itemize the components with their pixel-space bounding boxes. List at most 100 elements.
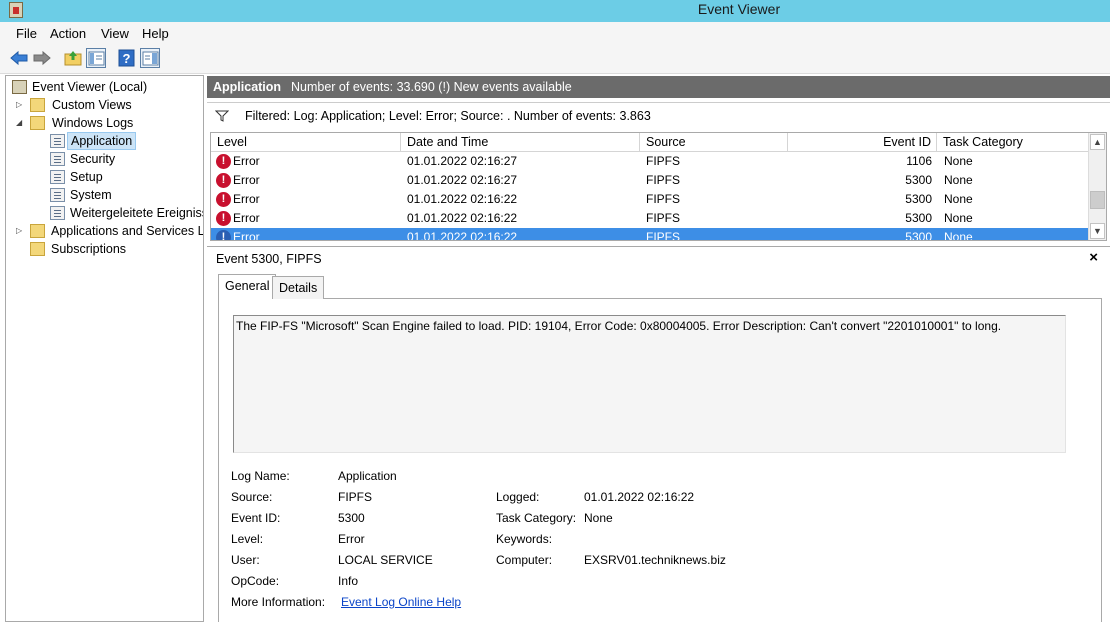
label-source: Source:: [231, 490, 273, 504]
cell-category: None: [944, 211, 973, 225]
label-user: User:: [231, 553, 260, 567]
menu-bar: File Action View Help: [0, 22, 1110, 44]
label-event-id: Event ID:: [231, 511, 281, 525]
event-description-box[interactable]: The FIP-FS "Microsoft" Scan Engine faile…: [233, 315, 1066, 453]
error-icon: !: [216, 192, 231, 207]
navigation-tree: Event Viewer (Local) ▷ Custom Views ◢ Wi…: [5, 75, 204, 622]
log-file-icon: [50, 134, 65, 148]
close-icon[interactable]: ×: [1089, 249, 1098, 266]
tree-label-forwarded-events: Weitergeleitete Ereignisse: [70, 206, 204, 220]
cell-date: 01.01.2022 02:16:27: [407, 173, 518, 187]
folder-icon: [30, 98, 45, 112]
forward-arrow-icon[interactable]: [32, 48, 52, 68]
show-action-pane-icon[interactable]: [140, 48, 160, 68]
collapse-arrow-icon[interactable]: ◢: [16, 114, 26, 132]
cell-category: None: [944, 230, 973, 241]
table-row[interactable]: ! Error 01.01.2022 02:16:27 FIPFS 1106 N…: [211, 152, 1089, 171]
cell-category: None: [944, 192, 973, 206]
event-table: Level Date and Time Source Event ID Task…: [210, 132, 1107, 241]
cell-source: FIPFS: [646, 173, 681, 187]
menu-help[interactable]: Help: [142, 26, 169, 41]
back-arrow-icon[interactable]: [9, 48, 29, 68]
table-row[interactable]: ! Error 01.01.2022 02:16:27 FIPFS 5300 N…: [211, 171, 1089, 190]
tree-label-subscriptions: Subscriptions: [51, 242, 127, 256]
folder-icon: [30, 116, 45, 130]
scroll-down-arrow-icon[interactable]: ▼: [1090, 223, 1105, 239]
column-header-date-time[interactable]: Date and Time: [401, 133, 640, 152]
cell-source: FIPFS: [646, 192, 681, 206]
cell-category: None: [944, 173, 973, 187]
label-task-category: Task Category:: [496, 511, 577, 525]
show-hide-tree-icon[interactable]: [86, 48, 106, 68]
error-icon: !: [216, 173, 231, 188]
svg-text:?: ?: [123, 51, 131, 66]
label-more-information: More Information:: [231, 595, 326, 609]
cell-source: FIPFS: [646, 154, 681, 168]
cell-source: FIPFS: [646, 230, 681, 241]
value-source: FIPFS: [338, 490, 373, 504]
log-file-icon: [50, 170, 65, 184]
filter-bar: Filtered: Log: Application; Level: Error…: [207, 102, 1110, 129]
column-header-task-category[interactable]: Task Category: [937, 133, 1089, 152]
error-icon: !: [216, 154, 231, 169]
cell-event-id: 1106: [906, 154, 932, 168]
tab-general[interactable]: General: [218, 274, 277, 299]
expand-arrow-icon[interactable]: ▷: [16, 96, 26, 114]
expand-arrow-icon[interactable]: ▷: [16, 222, 26, 240]
error-icon: !: [216, 211, 231, 226]
tree-root-label: Event Viewer (Local): [32, 80, 148, 94]
cell-date: 01.01.2022 02:16:22: [407, 211, 518, 225]
label-opcode: OpCode:: [231, 574, 280, 588]
menu-file[interactable]: File: [16, 26, 37, 41]
cell-date: 01.01.2022 02:16:27: [407, 154, 518, 168]
up-folder-icon[interactable]: [63, 48, 83, 68]
log-name: Application: [213, 80, 282, 94]
event-viewer-icon: [12, 80, 27, 94]
cell-event-id: 5300: [905, 173, 932, 187]
table-vertical-scrollbar[interactable]: ▲ ▼: [1088, 133, 1106, 240]
help-icon[interactable]: ?: [117, 48, 137, 68]
cell-date: 01.01.2022 02:16:22: [407, 230, 518, 241]
column-header-event-id[interactable]: Event ID: [788, 133, 937, 152]
event-log-online-help-link[interactable]: Event Log Online Help: [341, 595, 461, 609]
label-logged: Logged:: [496, 490, 540, 504]
cell-level: Error: [233, 173, 260, 187]
label-computer: Computer:: [496, 553, 553, 567]
cell-level: Error: [233, 192, 260, 206]
value-logged: 01.01.2022 02:16:22: [584, 490, 695, 504]
menu-view[interactable]: View: [101, 26, 129, 41]
log-file-icon: [50, 152, 65, 166]
column-header-level[interactable]: Level: [211, 133, 401, 152]
scroll-thumb[interactable]: [1090, 191, 1105, 209]
tree-label-applications-services: Applications and Services Lo: [51, 224, 204, 238]
table-row[interactable]: ! Error 01.01.2022 02:16:22 FIPFS 5300 N…: [211, 190, 1089, 209]
value-opcode: Info: [338, 574, 359, 588]
error-icon: !: [216, 230, 231, 240]
filter-description: Filtered: Log: Application; Level: Error…: [245, 109, 651, 123]
log-header-bar: Application Number of events: 33.690 (!)…: [207, 76, 1110, 98]
folder-icon: [30, 224, 45, 238]
scroll-up-arrow-icon[interactable]: ▲: [1090, 134, 1105, 150]
tab-details[interactable]: Details: [272, 276, 325, 299]
cell-category: None: [944, 154, 973, 168]
window-title: Event Viewer: [697, 1, 781, 17]
label-level: Level:: [231, 532, 264, 546]
filter-icon: [215, 110, 229, 122]
value-level: Error: [338, 532, 365, 546]
table-row-selected[interactable]: ! Error 01.01.2022 02:16:22 FIPFS 5300 N…: [211, 228, 1089, 241]
event-description-text: The FIP-FS "Microsoft" Scan Engine faile…: [236, 319, 1002, 333]
tree-label-setup: Setup: [70, 170, 103, 184]
column-header-source[interactable]: Source: [640, 133, 788, 152]
value-event-id: 5300: [338, 511, 365, 525]
log-file-icon: [50, 206, 65, 220]
menu-action[interactable]: Action: [50, 26, 86, 41]
cell-event-id: 5300: [905, 230, 932, 241]
event-detail-title: Event 5300, FIPFS: [216, 252, 322, 266]
cell-event-id: 5300: [905, 211, 932, 225]
value-log-name: Application: [338, 469, 397, 483]
log-file-icon: [50, 188, 65, 202]
tree-label-security: Security: [70, 152, 116, 166]
table-row[interactable]: ! Error 01.01.2022 02:16:22 FIPFS 5300 N…: [211, 209, 1089, 228]
event-detail-header: Event 5300, FIPFS ×: [207, 246, 1110, 270]
tree-label-windows-logs: Windows Logs: [52, 116, 134, 130]
